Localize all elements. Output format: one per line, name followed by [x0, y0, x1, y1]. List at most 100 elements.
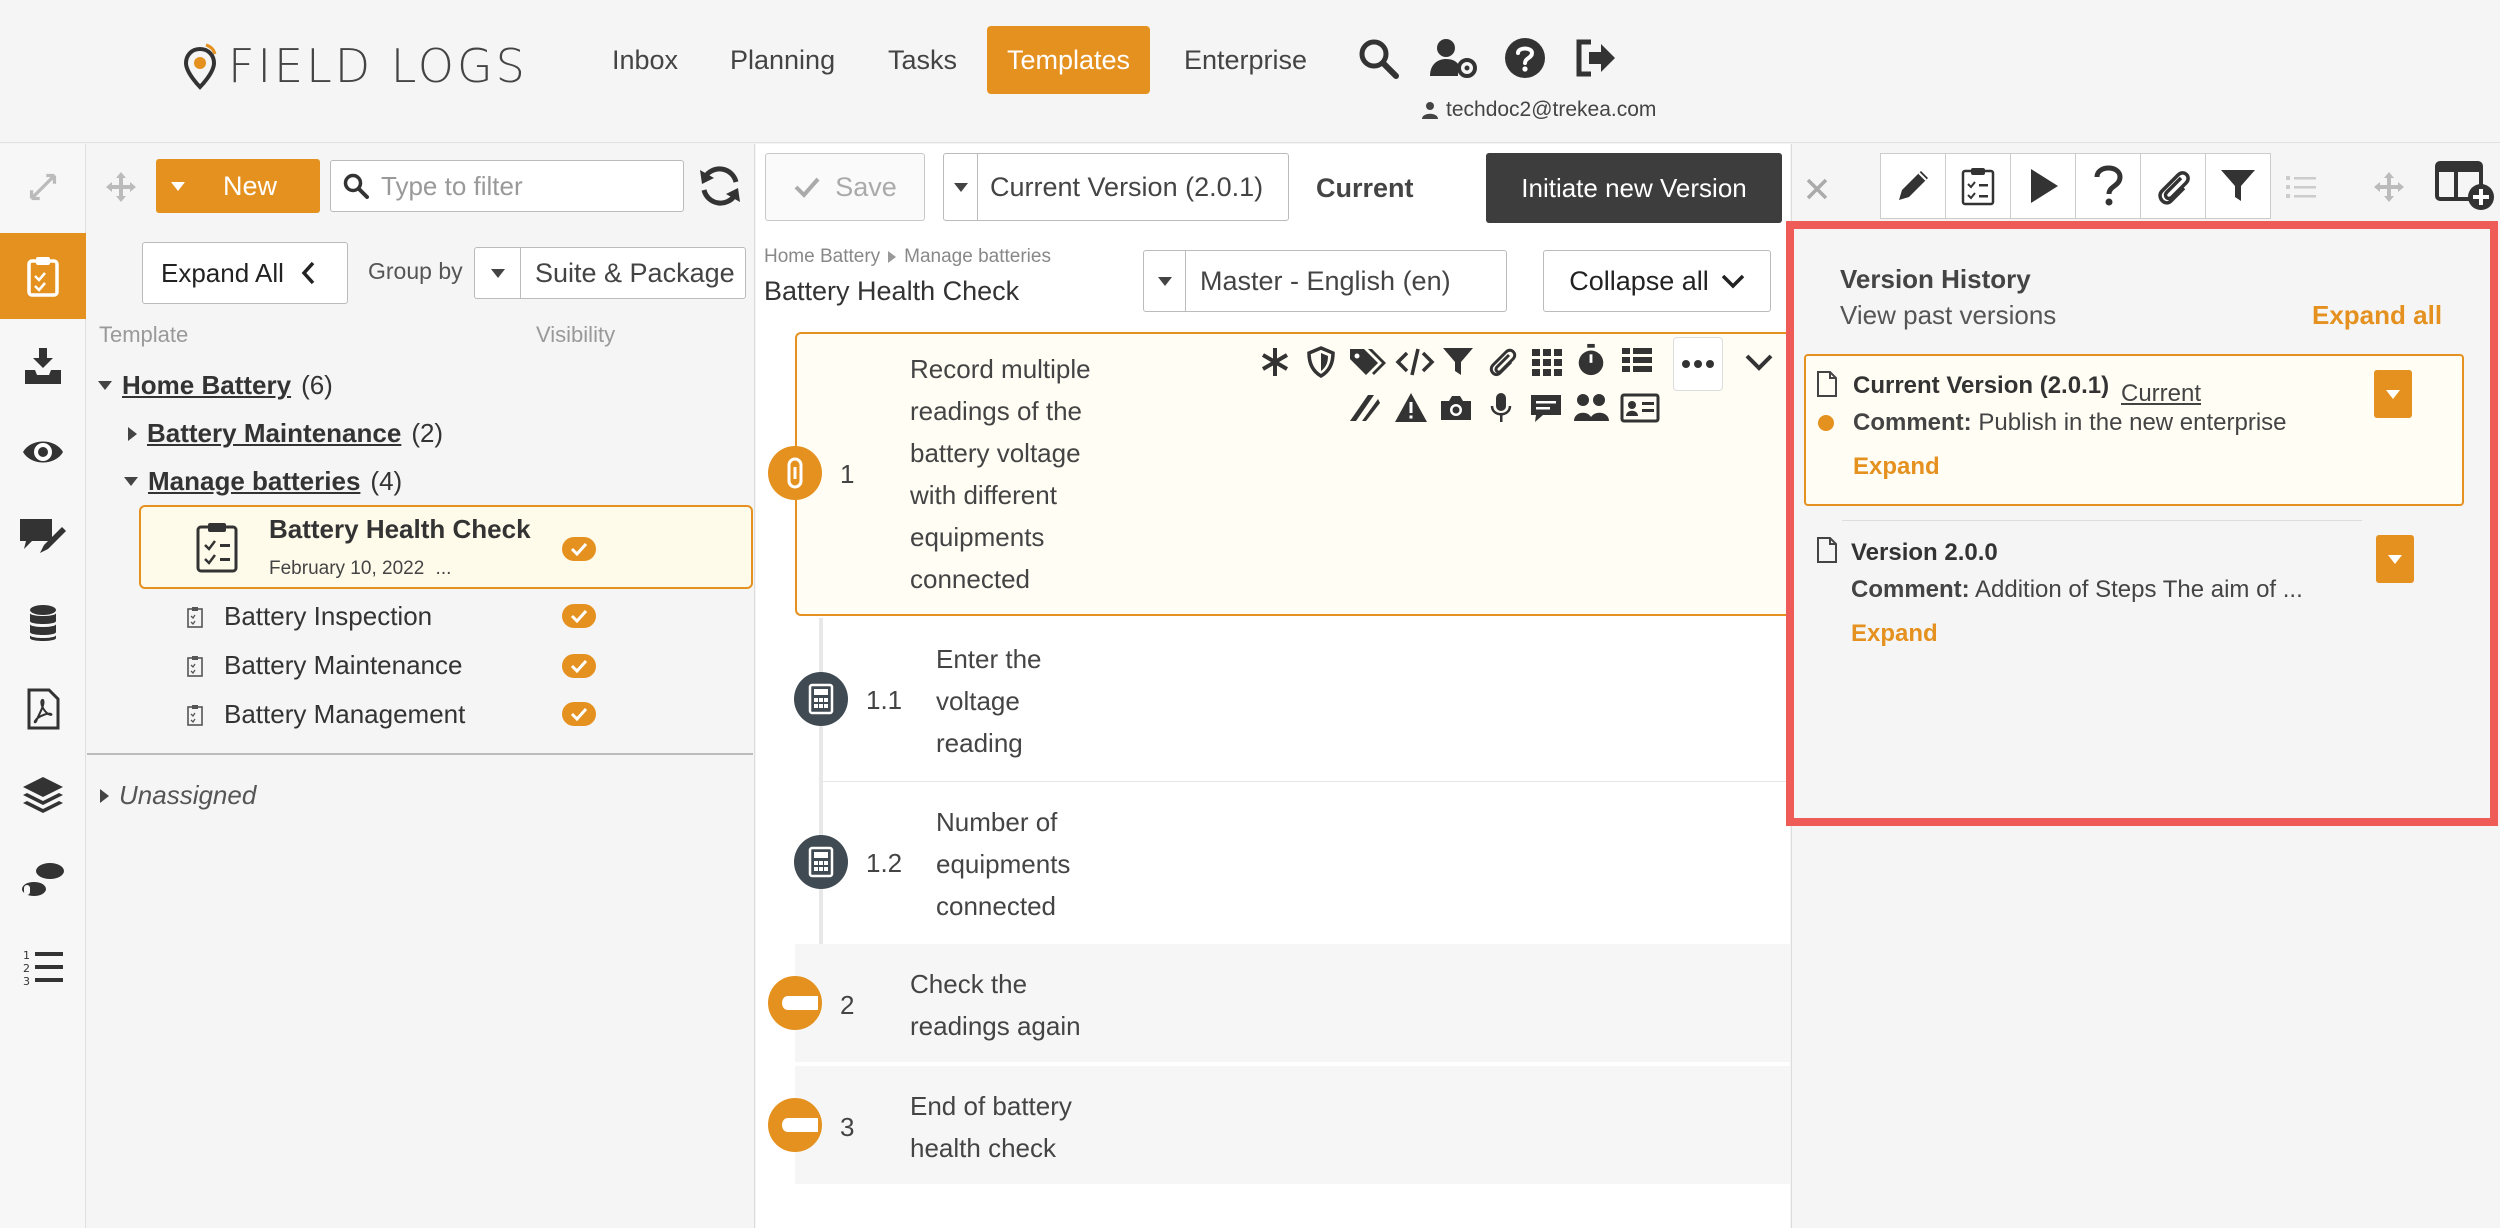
rail-list[interactable]: 1 2 3 [0, 924, 86, 1010]
more-options-button[interactable] [1673, 337, 1723, 391]
edit-tool-button[interactable] [1880, 153, 1946, 219]
layers-icon [23, 777, 63, 813]
version-expand-link[interactable]: Expand [1851, 620, 1938, 648]
nav-planning[interactable]: Planning [710, 26, 855, 94]
save-button[interactable]: Save [765, 153, 925, 221]
expand-all-button[interactable]: Expand All [142, 242, 348, 304]
tags-icon[interactable] [1348, 345, 1388, 379]
filter-input[interactable] [381, 170, 661, 202]
logout-icon[interactable] [1573, 36, 1617, 80]
help-icon[interactable] [1503, 36, 1547, 80]
microphone-icon[interactable] [1484, 391, 1518, 425]
rail-expand[interactable] [0, 144, 86, 230]
refresh-icon[interactable] [696, 162, 744, 210]
tree-node-home-battery[interactable]: Home Battery (6) [98, 370, 333, 401]
nav-templates[interactable]: Templates [987, 26, 1151, 94]
visibility-check-icon[interactable] [562, 537, 596, 561]
tree-node-manage-batteries[interactable]: Manage batteries (4) [124, 466, 402, 497]
visibility-check-icon[interactable] [562, 702, 596, 726]
step-2-number: 2 [840, 990, 855, 1020]
new-template-button[interactable]: New [156, 159, 320, 213]
rail-database[interactable] [0, 580, 86, 666]
caret-down-icon [156, 181, 200, 191]
camera-icon[interactable] [1439, 391, 1473, 425]
tree-item-label: Battery Management [224, 699, 466, 729]
comment-text: Addition of Steps The aim of ... [1975, 576, 2303, 603]
chevron-down-icon[interactable] [1743, 347, 1775, 377]
rail-layers[interactable] [0, 752, 86, 838]
code-icon[interactable] [1395, 345, 1435, 379]
tree-item-battery-inspection[interactable]: Battery Inspection [186, 601, 432, 632]
breadcrumb-manage-batteries[interactable]: Manage batteries [904, 246, 1051, 268]
document-title: Battery Health Check [764, 276, 1020, 306]
expand-all-versions-link[interactable]: Expand all [2312, 300, 2442, 331]
rail-templates[interactable] [0, 233, 86, 319]
step-1-1-text[interactable]: Enter the voltage reading [936, 638, 1042, 764]
step-text-line: Number of [936, 807, 1058, 837]
template-filter[interactable] [330, 160, 684, 212]
people-icon[interactable] [1573, 391, 1611, 425]
move-icon[interactable] [104, 170, 138, 204]
step-1-1-calculator-icon[interactable] [794, 672, 848, 726]
signature-icon[interactable] [1348, 391, 1382, 425]
rail-inbox[interactable] [0, 323, 86, 409]
tree-item-battery-management[interactable]: Battery Management [186, 699, 465, 730]
rail-view[interactable] [0, 409, 86, 495]
version-options-dropdown[interactable] [2374, 370, 2412, 418]
tree-node-unassigned[interactable]: Unassigned [100, 780, 256, 811]
version-select-value: Current Version (2.0.1) [990, 171, 1264, 202]
clipboard-check-icon [196, 523, 238, 573]
tree-node-battery-maintenance[interactable]: Battery Maintenance (2) [128, 418, 443, 449]
brand-logo[interactable]: FIELD LOGS [180, 36, 528, 96]
visibility-check-icon[interactable] [562, 654, 596, 678]
chevron-down-icon [1721, 274, 1745, 289]
left-rail: 1 2 3 [0, 144, 86, 1228]
rail-steps[interactable] [0, 838, 86, 924]
user-icon [1422, 102, 1438, 119]
version-options-dropdown[interactable] [2376, 535, 2414, 583]
filter-icon[interactable] [1441, 345, 1475, 379]
collapse-all-button[interactable]: Collapse all [1543, 250, 1771, 312]
tree-item-battery-maintenance[interactable]: Battery Maintenance [186, 650, 462, 681]
add-panel-icon[interactable] [2434, 160, 2496, 212]
step-1-text: Record multiple readings of the battery … [910, 348, 1091, 600]
attachment-tool-button[interactable] [2140, 153, 2206, 219]
stopwatch-icon[interactable] [1574, 343, 1608, 377]
search-icon[interactable] [1356, 36, 1400, 80]
list-icon[interactable] [2284, 172, 2318, 202]
help-tool-button[interactable] [2075, 153, 2141, 219]
step-text-line: readings again [910, 1011, 1081, 1041]
nav-enterprise[interactable]: Enterprise [1164, 26, 1327, 94]
rail-pdf[interactable] [0, 666, 86, 752]
step-1-link-icon[interactable] [768, 446, 822, 500]
warning-icon[interactable] [1394, 391, 1428, 425]
filter-tool-button[interactable] [2205, 153, 2271, 219]
step-1-2-calculator-icon[interactable] [794, 835, 848, 889]
initiate-new-version-button[interactable]: Initiate new Version [1486, 153, 1782, 223]
paperclip-icon[interactable] [1485, 345, 1519, 379]
step-3-status-icon[interactable] [768, 1098, 822, 1152]
version-select[interactable]: Current Version (2.0.1) [943, 153, 1289, 221]
language-select[interactable]: Master - English (en) [1143, 250, 1507, 312]
move-icon[interactable] [2372, 170, 2406, 204]
nav-inbox[interactable]: Inbox [592, 26, 698, 94]
breadcrumb-home-battery[interactable]: Home Battery [764, 246, 880, 268]
grid-icon[interactable] [1530, 345, 1564, 379]
comment-icon[interactable] [1529, 391, 1563, 425]
id-card-icon[interactable] [1620, 391, 1660, 425]
shield-icon[interactable] [1304, 345, 1338, 379]
run-tool-button[interactable] [2010, 153, 2076, 219]
user-settings-icon[interactable] [1428, 36, 1478, 80]
nav-tasks[interactable]: Tasks [868, 26, 977, 94]
rail-comments[interactable] [0, 494, 86, 580]
step-2-status-icon[interactable] [768, 976, 822, 1030]
step-1-2-text[interactable]: Number of equipments connected [936, 801, 1070, 927]
list-table-icon[interactable] [1620, 345, 1654, 379]
version-expand-link[interactable]: Expand [1853, 453, 1940, 481]
asterisk-icon[interactable] [1258, 345, 1292, 379]
close-icon[interactable] [1804, 176, 1830, 202]
group-by-select[interactable]: Suite & Package [474, 247, 746, 299]
current-version-badge[interactable]: Current [2121, 380, 2201, 408]
visibility-check-icon[interactable] [562, 604, 596, 628]
checklist-tool-button[interactable] [1945, 153, 2011, 219]
